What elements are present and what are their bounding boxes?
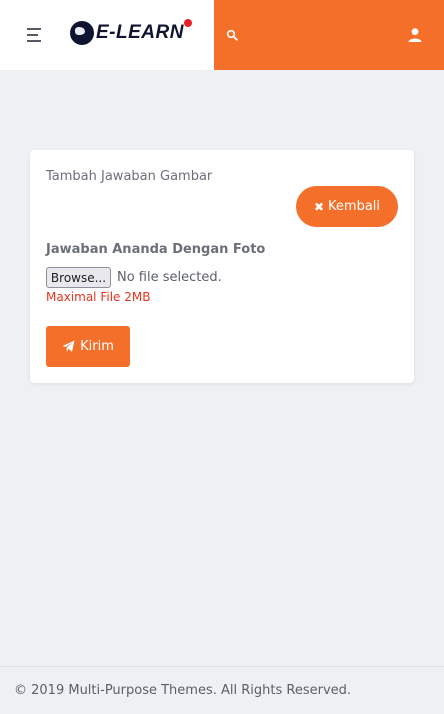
paper-plane-icon [62, 340, 75, 352]
times-icon: ✖ [313, 199, 325, 214]
top-header: E-LEARN [0, 0, 444, 70]
header-brand-area: E-LEARN [0, 0, 214, 70]
photo-answer-label: Jawaban Ananda Dengan Foto [46, 242, 266, 257]
browse-button[interactable]: Browse... [46, 267, 111, 288]
user-icon[interactable] [407, 27, 423, 43]
file-input[interactable]: Browse... No file selected. [46, 267, 222, 288]
footer: © 2019 Multi-Purpose Themes. All Rights … [0, 666, 444, 714]
back-button[interactable]: ✖ Kembali [296, 186, 398, 227]
card-title: Tambah Jawaban Gambar [46, 169, 213, 184]
header-action-area [214, 0, 444, 70]
submit-button-label: Kirim [80, 339, 114, 354]
back-button-label: Kembali [328, 199, 381, 214]
globe-icon [70, 21, 94, 45]
answer-card: Tambah Jawaban Gambar ✖ Kembali Jawaban … [30, 150, 414, 383]
menu-icon[interactable] [27, 28, 43, 42]
logo[interactable]: E-LEARN [70, 19, 192, 46]
search-icon[interactable] [226, 29, 238, 41]
max-size-hint: Maximal File 2MB [46, 290, 151, 304]
file-status: No file selected. [117, 270, 222, 285]
footer-copyright: © 2019 Multi-Purpose Themes. All Rights … [14, 683, 352, 698]
submit-button[interactable]: Kirim [46, 326, 130, 367]
logo-dot [183, 19, 192, 27]
logo-text: E-LEARN [96, 22, 184, 43]
